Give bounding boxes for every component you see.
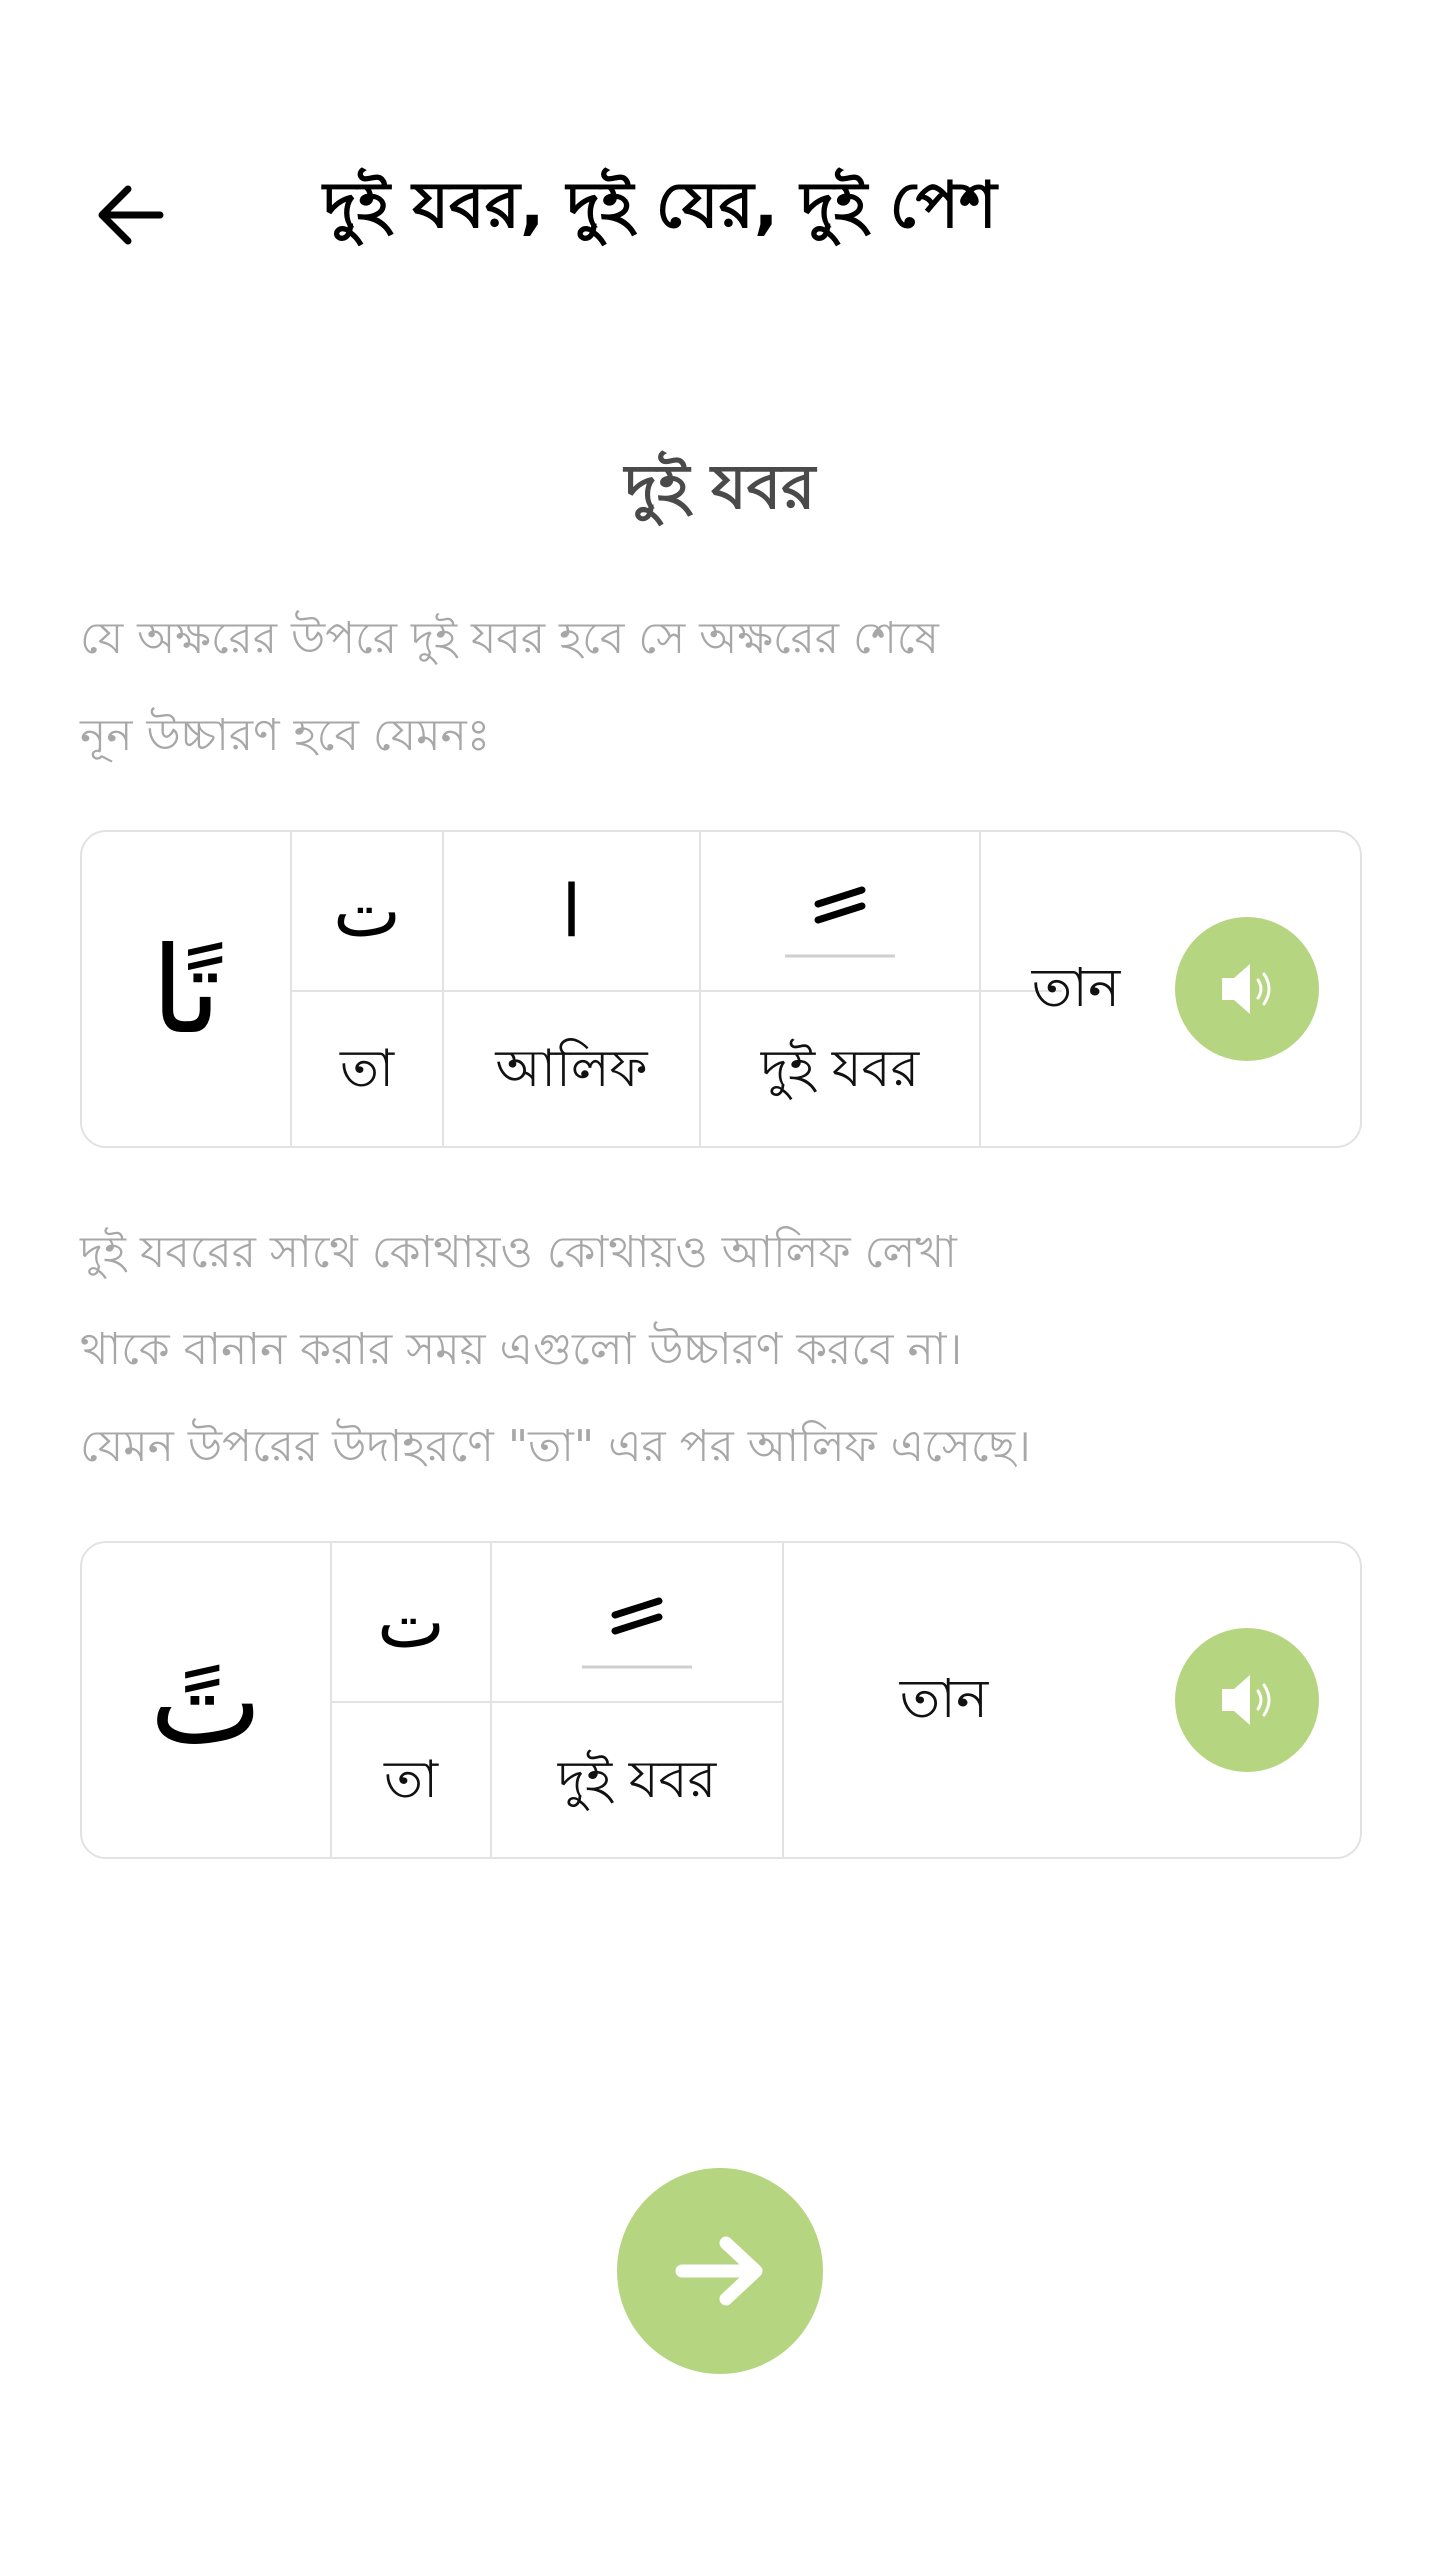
harakat-cell (492, 1543, 782, 1701)
harakat-name: দুই যবর (557, 1749, 717, 1810)
example-card-2: تً ت তা দুই যবর তান (80, 1541, 1362, 1859)
speaker-icon (1222, 964, 1271, 1014)
letter-cell: ت (332, 1543, 490, 1701)
double-fatha-icon (582, 1597, 692, 1669)
page-title: দুই যবর, দুই যের, দুই পেশ (323, 168, 997, 243)
letter-name: তা (383, 1749, 439, 1810)
play-audio-button[interactable] (1175, 917, 1319, 1061)
arrow-left-icon (98, 185, 164, 245)
pronunciation-text: তান (1031, 956, 1121, 1019)
letter-cell: ت (292, 832, 442, 990)
double-fatha-icon (785, 886, 895, 958)
arabic-letter: ت (377, 1580, 445, 1664)
arabic-word: تً (149, 1632, 263, 1772)
section-title: দুই যবর (624, 450, 816, 523)
arabic-word-cell: تًا (82, 832, 290, 1146)
back-button[interactable] (80, 165, 180, 265)
speaker-icon (1222, 1675, 1271, 1725)
arabic-word: تًا (151, 921, 221, 1061)
arrow-right-icon (675, 2236, 763, 2306)
intro-paragraph: যে অক্ষরের উপরে দুই যবর হবে সে অক্ষরের শ… (80, 590, 1380, 784)
note-line-3: যেমন উপরের উদাহরণে "তা" এর পর আলিফ এসেছে… (80, 1421, 1031, 1472)
harakat-name-cell: দুই যবর (492, 1703, 782, 1857)
letter-name-cell: তা (292, 992, 442, 1146)
next-button[interactable] (617, 2168, 823, 2374)
letter-name-cell: তা (332, 1703, 490, 1857)
pronunciation-cell: তান (981, 832, 1171, 1146)
note-line-1: দুই যবরের সাথে কোথায়ও কোথায়ও আলিফ লেখা (80, 1227, 957, 1278)
harakat-cell (701, 832, 979, 990)
harakat-name-cell: দুই যবর (701, 992, 979, 1146)
pronunciation-text: তান (899, 1667, 989, 1730)
example-card-1: تًا ت তা ا আলিফ দুই যবর তান (80, 830, 1362, 1148)
note-line-2: থাকে বানান করার সময় এগুলো উচ্চারণ করবে … (80, 1324, 963, 1375)
harakat-name: দুই যবর (760, 1038, 920, 1099)
arabic-word-cell: تً (82, 1543, 330, 1857)
intro-line-2: নূন উচ্চারণ হবে যেমনঃ (80, 710, 491, 761)
app-header: দুই যবর, দুই যের, দুই পেশ (0, 120, 1440, 300)
arabic-letter: ا (561, 869, 582, 953)
letter-name-cell: আলিফ (444, 992, 699, 1146)
intro-line-1: যে অক্ষরের উপরে দুই যবর হবে সে অক্ষরের শ… (80, 613, 939, 664)
arabic-letter: ت (333, 869, 401, 953)
letter-name: তা (339, 1038, 395, 1099)
letter-name: আলিফ (495, 1038, 648, 1099)
note-paragraph: দুই যবরের সাথে কোথায়ও কোথায়ও আলিফ লেখা… (80, 1204, 1380, 1495)
letter-cell: ا (444, 832, 699, 990)
pronunciation-cell: তান (784, 1543, 1104, 1857)
play-audio-button[interactable] (1175, 1628, 1319, 1772)
